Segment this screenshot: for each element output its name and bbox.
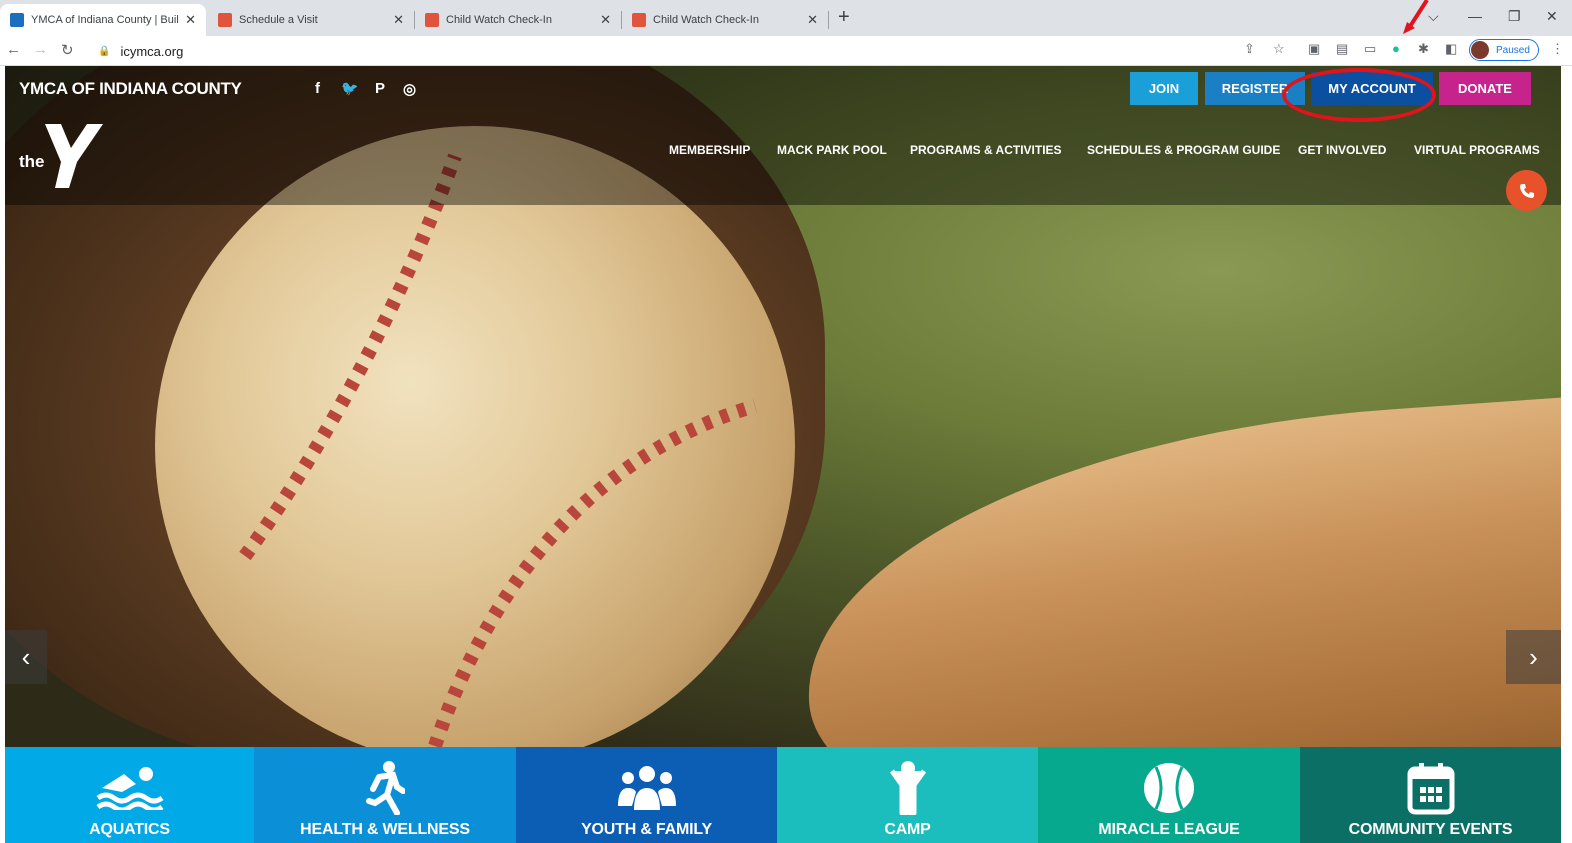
grammarly-icon[interactable]: ● xyxy=(1392,41,1400,56)
back-icon[interactable]: ← xyxy=(6,41,21,58)
minimize-icon[interactable]: — xyxy=(1468,8,1482,24)
nav-mack-park-pool[interactable]: MACK PARK POOL xyxy=(777,143,887,157)
tab-close-icon[interactable]: ✕ xyxy=(807,12,818,28)
url-text: icymca.org xyxy=(120,43,184,59)
baseball-icon xyxy=(1142,761,1196,815)
runner-icon xyxy=(365,761,405,815)
extension-icon[interactable]: ▭ xyxy=(1364,41,1376,57)
family-icon xyxy=(616,761,678,815)
url-bar[interactable]: 🔒 icymca.org xyxy=(88,39,1296,63)
extension-icon[interactable]: ▤ xyxy=(1336,41,1348,57)
annotation-arrow-icon xyxy=(1403,0,1429,34)
ymca-logo[interactable]: the xyxy=(17,122,107,192)
menu-kebab-icon[interactable]: ⋮ xyxy=(1551,41,1564,57)
tile-label: HEALTH & WELLNESS xyxy=(300,821,470,838)
join-button[interactable]: JOIN xyxy=(1130,72,1198,105)
slider-prev-button[interactable]: ‹ xyxy=(5,630,47,684)
nav-schedules-program-guide[interactable]: SCHEDULES & PROGRAM GUIDE xyxy=(1087,143,1280,157)
tab-child-watch-2[interactable]: Child Watch Check-In ✕ xyxy=(622,4,828,36)
tab-title: Child Watch Check-In xyxy=(653,14,759,26)
tab-schedule-visit[interactable]: Schedule a Visit ✕ xyxy=(208,4,414,36)
favicon-icon xyxy=(218,13,232,27)
logo-the-text: the xyxy=(19,152,45,171)
annotation-circle xyxy=(1282,68,1436,122)
puzzle-extensions-icon[interactable]: ✱ xyxy=(1418,41,1429,57)
profile-status: Paused xyxy=(1496,44,1530,56)
program-tiles: AQUATICS HEALTH & WELLNESS YOUTH & FAMIL… xyxy=(5,747,1561,843)
website-viewport: YMCA OF INDIANA COUNTY f 🐦 P ◎ the JOIN … xyxy=(5,66,1561,843)
camper-icon xyxy=(889,761,926,815)
calendar-icon xyxy=(1407,761,1455,815)
site-name[interactable]: YMCA OF INDIANA COUNTY xyxy=(19,79,242,99)
baseball-bat-image xyxy=(791,381,1561,747)
tab-divider xyxy=(828,11,829,29)
baseball-image xyxy=(155,126,795,747)
tile-miracle-league[interactable]: MIRACLE LEAGUE xyxy=(1038,747,1300,843)
tab-child-watch-1[interactable]: Child Watch Check-In ✕ xyxy=(415,4,621,36)
tile-label: CAMP xyxy=(884,821,931,838)
close-window-icon[interactable]: ✕ xyxy=(1546,8,1558,25)
tab-title: YMCA of Indiana County | Building ... xyxy=(31,14,179,26)
tile-health-wellness[interactable]: HEALTH & WELLNESS xyxy=(254,747,516,843)
nav-virtual-programs[interactable]: VIRTUAL PROGRAMS xyxy=(1414,143,1540,157)
extension-icon[interactable]: ▣ xyxy=(1308,41,1320,57)
tab-title: Child Watch Check-In xyxy=(446,14,552,26)
baseball-stitches xyxy=(239,153,757,747)
instagram-icon[interactable]: ◎ xyxy=(403,80,416,98)
tile-aquatics[interactable]: AQUATICS xyxy=(5,747,254,843)
tile-label: COMMUNITY EVENTS xyxy=(1348,821,1513,838)
swimmer-icon xyxy=(96,761,164,815)
nav-membership[interactable]: MEMBERSHIP xyxy=(669,143,750,157)
forward-icon[interactable]: → xyxy=(33,41,48,58)
donate-button[interactable]: DONATE xyxy=(1439,72,1531,105)
tile-community-events[interactable]: COMMUNITY EVENTS xyxy=(1300,747,1561,843)
slider-next-button[interactable]: › xyxy=(1506,630,1561,684)
tab-close-icon[interactable]: ✕ xyxy=(185,12,196,28)
tab-title: Schedule a Visit xyxy=(239,14,318,26)
phone-call-button[interactable] xyxy=(1506,170,1547,211)
tile-camp[interactable]: CAMP xyxy=(777,747,1038,843)
lock-icon: 🔒 xyxy=(98,45,111,57)
new-tab-button[interactable]: + xyxy=(838,6,850,29)
restore-icon[interactable]: ❐ xyxy=(1508,8,1521,25)
reload-icon[interactable]: ↻ xyxy=(61,41,74,59)
tab-close-icon[interactable]: ✕ xyxy=(600,12,611,28)
phone-icon xyxy=(1519,183,1534,198)
tile-label: YOUTH & FAMILY xyxy=(581,821,712,838)
tile-label: MIRACLE LEAGUE xyxy=(1098,821,1240,838)
share-icon[interactable]: ⇪ xyxy=(1244,41,1255,57)
tile-youth-family[interactable]: YOUTH & FAMILY xyxy=(516,747,777,843)
pinterest-icon[interactable]: P xyxy=(375,80,385,97)
facebook-icon[interactable]: f xyxy=(315,80,320,97)
nav-get-involved[interactable]: GET INVOLVED xyxy=(1298,143,1386,157)
avatar xyxy=(1471,41,1489,59)
favicon-icon xyxy=(425,13,439,27)
twitter-icon[interactable]: 🐦 xyxy=(341,80,358,97)
favicon-icon xyxy=(632,13,646,27)
side-panel-icon[interactable]: ◧ xyxy=(1445,41,1457,57)
tab-close-icon[interactable]: ✕ xyxy=(393,12,404,28)
ymca-favicon-icon xyxy=(10,13,24,27)
profile-button[interactable]: Paused xyxy=(1469,39,1539,61)
tile-label: AQUATICS xyxy=(89,821,170,838)
bookmark-star-icon[interactable]: ☆ xyxy=(1273,41,1285,57)
tab-ymca[interactable]: YMCA of Indiana County | Building ... ✕ xyxy=(0,4,206,36)
browser-tab-bar: YMCA of Indiana County | Building ... ✕ … xyxy=(0,0,1572,36)
nav-programs-activities[interactable]: PROGRAMS & ACTIVITIES xyxy=(910,143,1062,157)
